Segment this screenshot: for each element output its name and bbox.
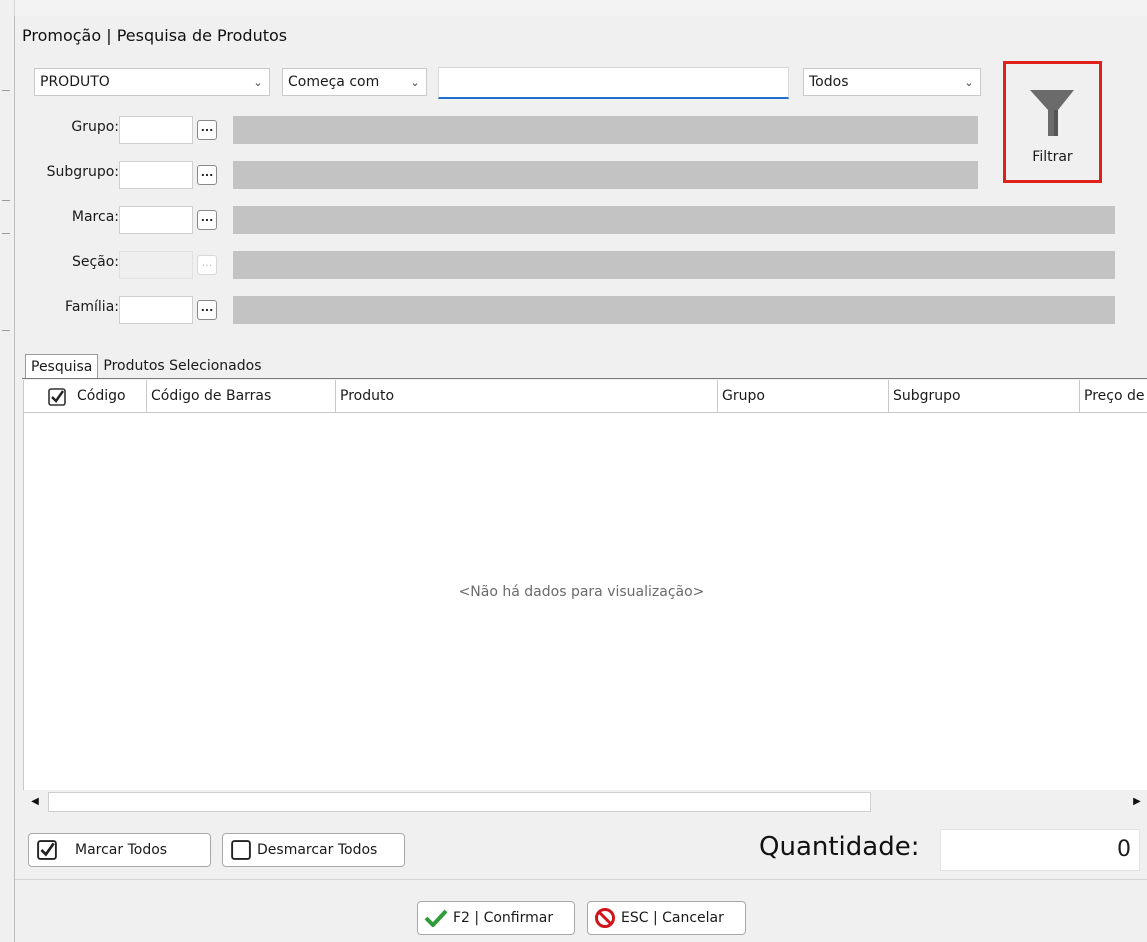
confirm-button[interactable]: F2 | Confirmar xyxy=(417,901,575,935)
group-description xyxy=(233,116,978,144)
dialog-title: Promoção | Pesquisa de Produtos xyxy=(22,26,288,45)
chevron-down-icon: ⌄ xyxy=(964,75,974,89)
brand-description xyxy=(233,206,1115,234)
background-window-edge xyxy=(0,0,15,942)
cancel-button[interactable]: ESC | Cancelar xyxy=(587,901,746,935)
scroll-right-icon[interactable]: ▶ xyxy=(1129,794,1145,810)
mark-all-button[interactable]: Marcar Todos xyxy=(28,833,211,867)
confirm-label: F2 | Confirmar xyxy=(453,910,554,926)
background-mark xyxy=(2,330,10,331)
tab-divider xyxy=(22,378,1147,379)
column-header-produto[interactable]: Produto xyxy=(335,380,717,413)
tab-produtos-selecionados[interactable]: Produtos Selecionados xyxy=(98,354,266,378)
scrollbar-thumb[interactable] xyxy=(48,792,871,812)
footer-divider xyxy=(15,879,1147,880)
column-header-subgrupo[interactable]: Subgrupo xyxy=(888,380,1079,413)
filter-button-label: Filtrar xyxy=(1032,149,1073,165)
unmark-all-button[interactable]: Desmarcar Todos xyxy=(222,833,405,867)
section-code-input[interactable] xyxy=(119,251,193,279)
brand-browse-button[interactable]: ... xyxy=(197,210,217,230)
background-window-strip xyxy=(0,0,1147,16)
cancel-label: ESC | Cancelar xyxy=(621,910,724,926)
checked-checkbox-icon xyxy=(48,388,66,406)
funnel-icon xyxy=(1030,90,1074,136)
scroll-left-icon[interactable]: ◀ xyxy=(27,794,43,810)
group-browse-button[interactable]: ... xyxy=(197,120,217,140)
search-mode-select[interactable]: Começa com ⌄ xyxy=(282,68,427,96)
column-header-codigo-de-barras[interactable]: Código de Barras xyxy=(146,380,335,413)
brand-code-input[interactable] xyxy=(119,206,193,234)
section-description xyxy=(233,251,1115,279)
mark-all-label: Marcar Todos xyxy=(75,842,168,858)
chevron-down-icon: ⌄ xyxy=(410,75,420,89)
product-search-dialog: Promoção | Pesquisa de Produtos PRODUTO … xyxy=(14,16,1147,942)
unmark-all-label: Desmarcar Todos xyxy=(257,842,378,858)
checked-checkbox-icon xyxy=(37,840,57,860)
quantity-label: Quantidade: xyxy=(759,832,920,862)
status-value: Todos xyxy=(809,74,849,90)
status-select[interactable]: Todos ⌄ xyxy=(803,68,981,96)
column-header-grupo[interactable]: Grupo xyxy=(717,380,888,413)
background-mark xyxy=(2,90,10,91)
family-label: Família: xyxy=(65,299,119,315)
group-label: Grupo: xyxy=(71,119,119,135)
subgroup-description xyxy=(233,161,978,189)
grid-header: Código Código de Barras Produto Grupo Su… xyxy=(24,380,1147,413)
background-mark xyxy=(2,233,10,234)
select-all-checkbox[interactable] xyxy=(45,380,73,413)
search-mode-value: Começa com xyxy=(288,74,380,90)
search-field-value: PRODUTO xyxy=(40,74,110,90)
background-mark xyxy=(2,200,10,201)
section-browse-button[interactable]: ... xyxy=(197,255,217,275)
column-header-preco[interactable]: Preço de xyxy=(1079,380,1147,413)
subgroup-code-input[interactable] xyxy=(119,161,193,189)
search-input[interactable] xyxy=(438,67,789,99)
quantity-value: 0 xyxy=(940,829,1140,871)
subgroup-label: Subgrupo: xyxy=(46,164,119,180)
search-field-select[interactable]: PRODUTO ⌄ xyxy=(34,68,270,96)
row-indicator-header xyxy=(24,380,45,413)
group-code-input[interactable] xyxy=(119,116,193,144)
empty-checkbox-icon xyxy=(231,840,251,860)
filter-button[interactable]: Filtrar xyxy=(1003,61,1102,183)
family-description xyxy=(233,296,1115,324)
no-entry-icon xyxy=(594,907,616,929)
grid-horizontal-scrollbar[interactable]: ◀ ▶ xyxy=(23,790,1147,814)
grid-empty-message: <Não há dados para visualização> xyxy=(458,584,705,600)
family-browse-button[interactable]: ... xyxy=(197,300,217,320)
column-header-codigo[interactable]: Código xyxy=(73,380,146,413)
section-label: Seção: xyxy=(71,254,119,270)
chevron-down-icon: ⌄ xyxy=(253,75,263,89)
check-icon xyxy=(424,909,448,927)
tab-pesquisa[interactable]: Pesquisa xyxy=(25,354,99,378)
tab-bar: Pesquisa Produtos Selecionados xyxy=(25,354,267,378)
brand-label: Marca: xyxy=(71,209,119,225)
family-code-input[interactable] xyxy=(119,296,193,324)
subgroup-browse-button[interactable]: ... xyxy=(197,165,217,185)
